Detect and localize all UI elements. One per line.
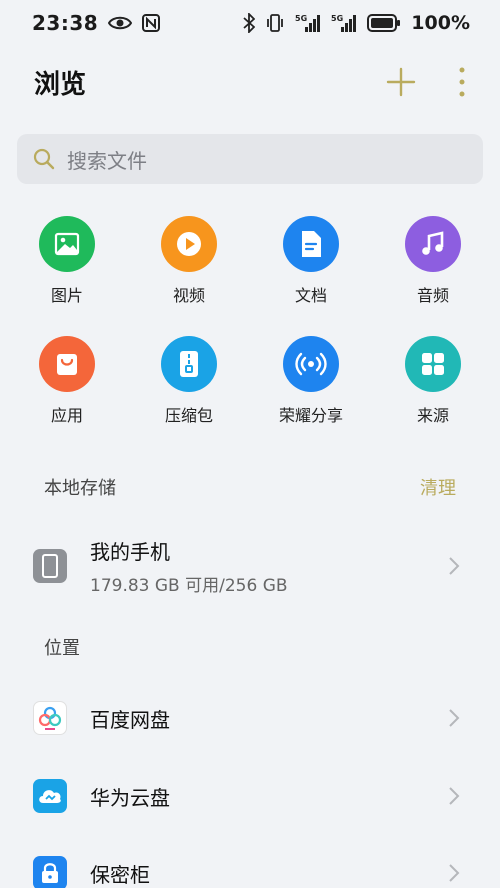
location-text: 保密柜: [90, 859, 448, 888]
category-documents[interactable]: 文档: [250, 216, 372, 306]
chevron-right-icon: [448, 556, 460, 576]
location-item-huawei-cloud[interactable]: 华为云盘: [0, 761, 500, 831]
battery-icon: [367, 14, 401, 32]
device-usage: 179.83 GB 可用/256 GB: [90, 576, 288, 596]
category-apps[interactable]: 应用: [6, 336, 128, 426]
category-label: 应用: [50, 406, 83, 425]
document-icon: [283, 216, 339, 272]
device-text: 我的手机 179.83 GB 可用/256 GB: [90, 536, 448, 596]
search-icon: [33, 148, 55, 170]
chevron-right-icon: [448, 786, 460, 806]
location-text: 华为云盘: [90, 782, 448, 811]
clean-button[interactable]: 清理: [420, 474, 456, 500]
category-audio[interactable]: 音频: [372, 216, 494, 306]
device-name: 我的手机: [90, 540, 170, 564]
signal-5g-icon: 5G: [331, 13, 357, 33]
category-grid: 图片 视频 文档 音频 应用 压缩包 荣耀分享 来源: [0, 216, 500, 426]
locations-title: 位置: [44, 638, 80, 659]
chevron-right-icon: [448, 863, 460, 883]
category-label: 视频: [172, 286, 205, 305]
category-honor-share[interactable]: 荣耀分享: [250, 336, 372, 426]
music-icon: [405, 216, 461, 272]
add-icon[interactable]: [386, 67, 416, 97]
nfc-icon: [142, 14, 161, 32]
category-images[interactable]: 图片: [6, 216, 128, 306]
vibrate-icon: [265, 13, 285, 33]
category-sources[interactable]: 来源: [372, 336, 494, 426]
zip-icon: [161, 336, 217, 392]
header-actions: [386, 67, 466, 97]
location-text: 百度网盘: [90, 704, 448, 733]
category-label: 荣耀分享: [278, 406, 343, 425]
location-label: 百度网盘: [90, 707, 170, 732]
lock-icon: [33, 856, 67, 888]
page-title: 浏览: [34, 69, 87, 100]
location-item-safe[interactable]: 保密柜: [0, 838, 500, 888]
category-label: 文档: [294, 286, 327, 305]
baidu-netdisk-icon: [33, 701, 67, 735]
location-label: 华为云盘: [90, 785, 170, 810]
more-icon[interactable]: [458, 67, 466, 97]
cloud-icon: [33, 779, 67, 813]
category-label: 压缩包: [164, 406, 213, 425]
status-time: 23:38: [32, 11, 99, 35]
device-storage-row[interactable]: 我的手机 179.83 GB 可用/256 GB: [0, 531, 500, 601]
category-label: 音频: [416, 286, 449, 305]
search-placeholder: 搜索文件: [67, 148, 147, 173]
status-right: 5G 5G 100%: [243, 12, 470, 34]
share-wave-icon: [283, 336, 339, 392]
chevron-right-icon: [448, 708, 460, 728]
location-label: 保密柜: [90, 862, 150, 887]
location-item-baidu[interactable]: 百度网盘: [0, 683, 500, 753]
signal-5g-icon: 5G: [295, 13, 321, 33]
locations-header: 位置: [0, 634, 500, 660]
battery-percent: 100%: [411, 12, 470, 34]
svg-text:5G: 5G: [295, 14, 307, 23]
image-icon: [39, 216, 95, 272]
category-archives[interactable]: 压缩包: [128, 336, 250, 426]
status-left: 23:38: [32, 11, 161, 35]
category-label: 来源: [416, 406, 449, 425]
grid-icon: [405, 336, 461, 392]
phone-icon: [33, 549, 67, 583]
app-header: 浏览: [0, 56, 500, 108]
local-storage-title: 本地存储: [44, 478, 116, 499]
local-storage-header: 本地存储 清理: [0, 474, 500, 500]
eye-icon: [108, 15, 133, 31]
category-videos[interactable]: 视频: [128, 216, 250, 306]
category-label: 图片: [50, 286, 83, 305]
bluetooth-icon: [243, 13, 256, 33]
search-input[interactable]: 搜索文件: [17, 134, 483, 184]
play-icon: [161, 216, 217, 272]
shopping-bag-icon: [39, 336, 95, 392]
svg-text:5G: 5G: [331, 14, 343, 23]
status-bar: 23:38 5G 5G 100%: [0, 0, 500, 46]
